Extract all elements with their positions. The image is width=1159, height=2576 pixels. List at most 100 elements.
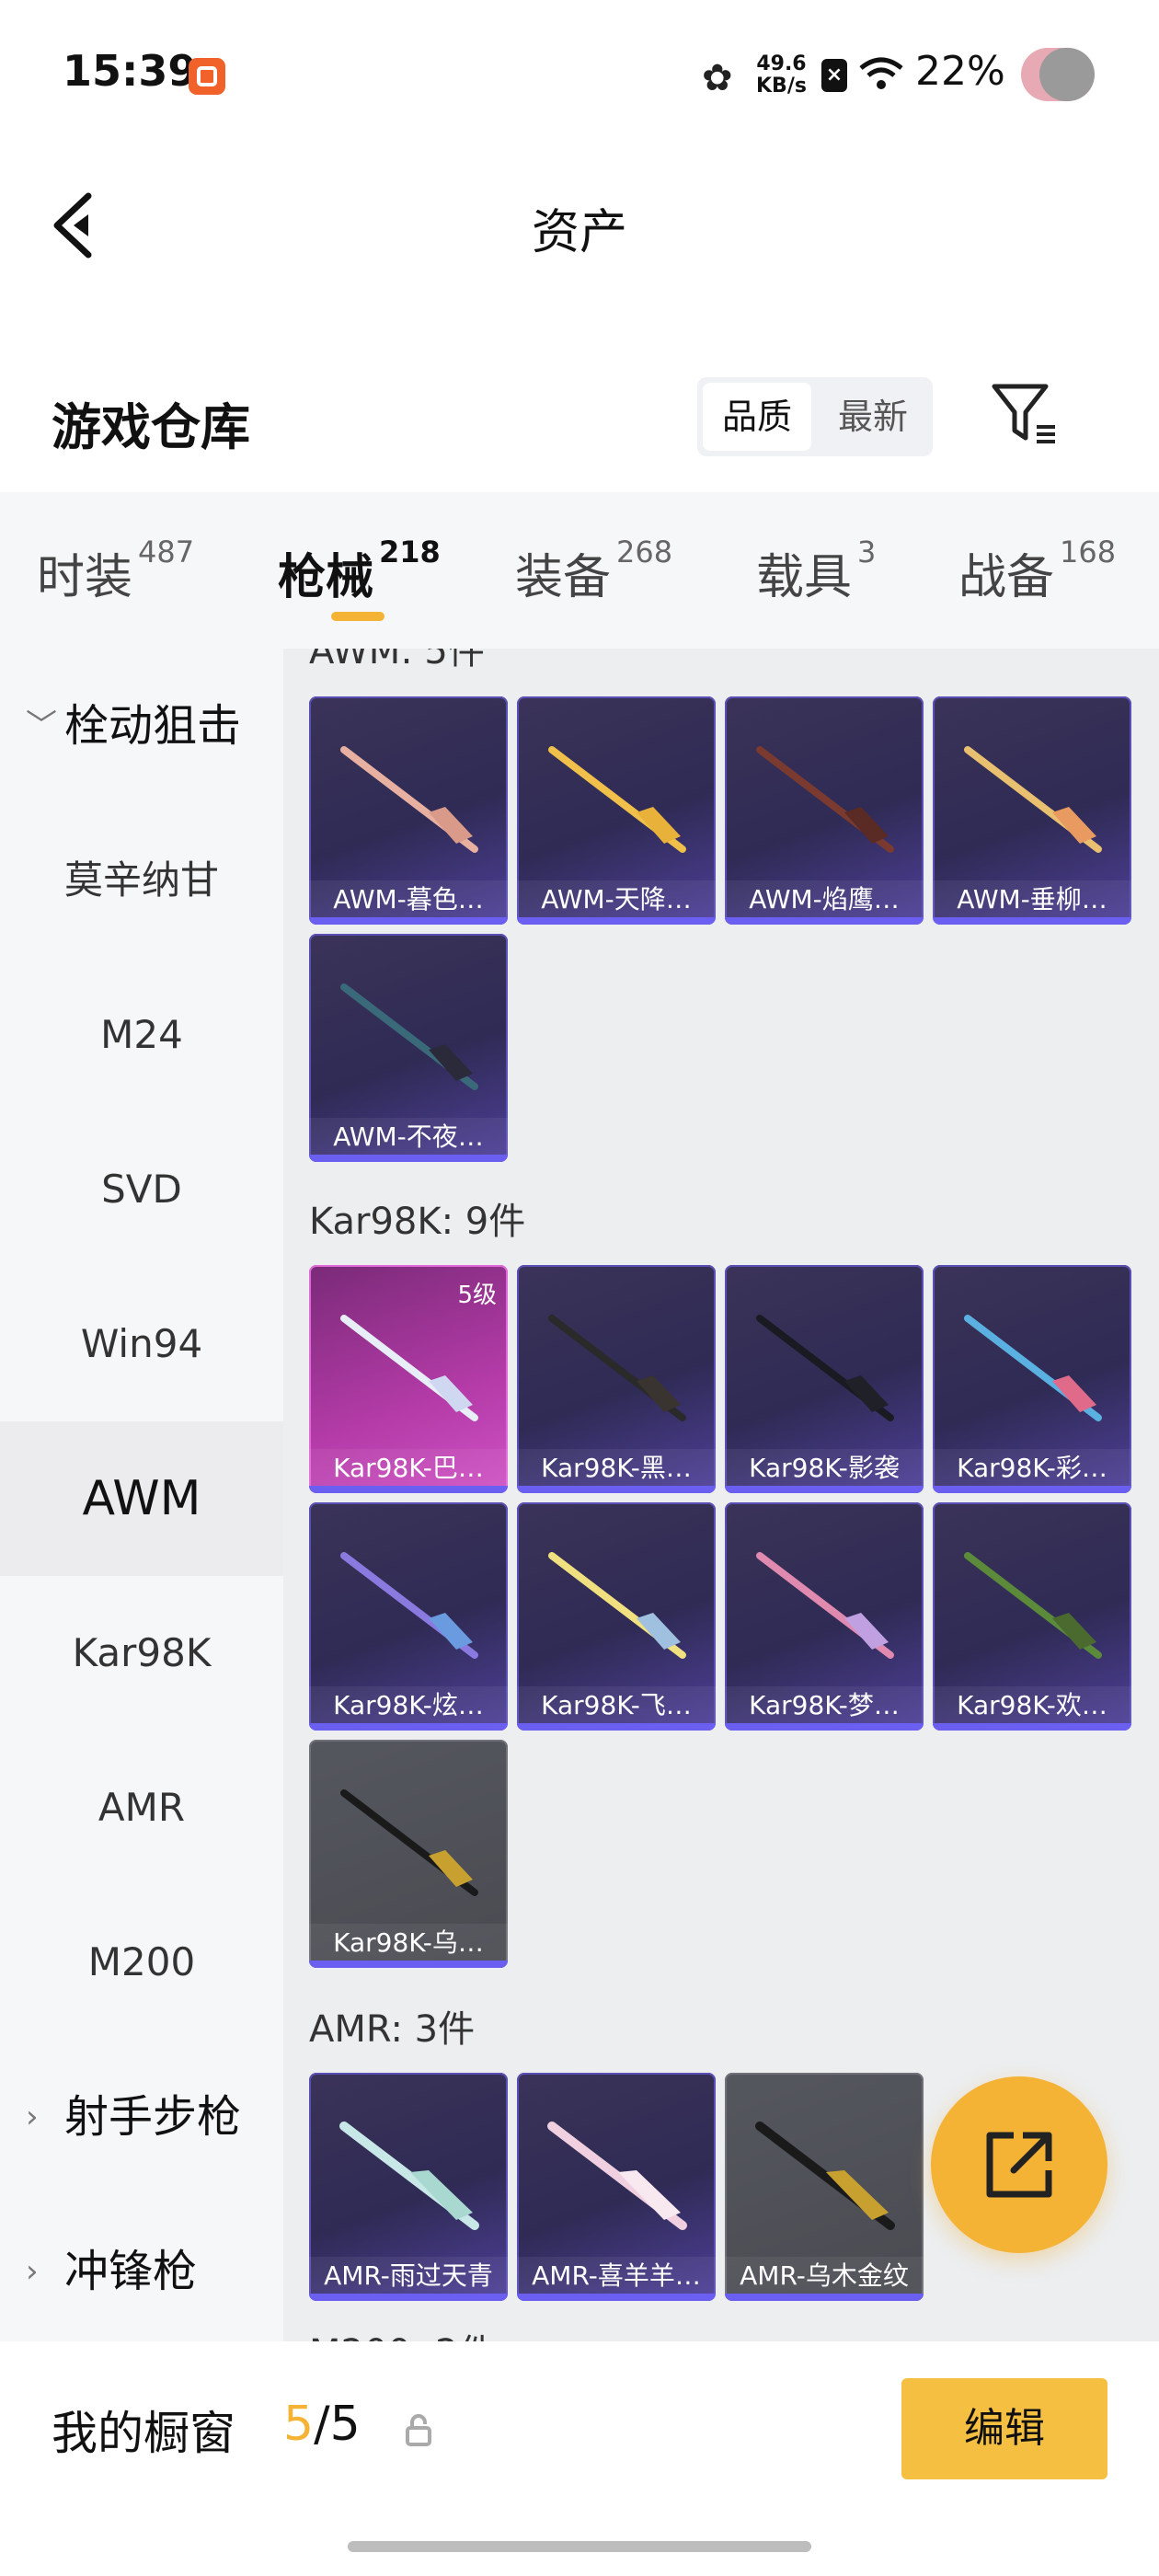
- rarity-bar: [517, 2294, 716, 2301]
- rifle-icon: [756, 1315, 894, 1421]
- item-card[interactable]: Kar98K-影袭: [725, 1265, 924, 1493]
- item-card[interactable]: Kar98K-梦…: [725, 1502, 924, 1731]
- rifle-icon: [340, 983, 478, 1090]
- rifle-icon: [756, 1552, 894, 1659]
- item-name: Kar98K-巴…: [309, 1449, 508, 1488]
- item-name: AMR-雨过天青: [309, 2257, 508, 2295]
- wifi-icon: [859, 57, 903, 89]
- item-card[interactable]: AWM-不夜…: [309, 934, 508, 1162]
- item-name: AWM-垂柳…: [933, 880, 1131, 919]
- sidebar-item-label: 射手步枪: [64, 2091, 242, 2143]
- net-speed-unit: KB/s: [756, 75, 807, 98]
- tab-label: 载具: [756, 550, 853, 605]
- rarity-bar: [517, 1723, 716, 1731]
- sidebar-item-label: 栓动狙击: [64, 700, 242, 752]
- sidebar-item-win94[interactable]: Win94: [0, 1267, 283, 1421]
- item-name: Kar98K-梦…: [725, 1686, 924, 1725]
- sidebar-item-mosin[interactable]: 莫辛纳甘: [0, 803, 283, 958]
- rifle-icon: [548, 1552, 686, 1659]
- tab-fashion[interactable]: 时装 487: [37, 535, 194, 607]
- item-card[interactable]: AWM-天降…: [517, 696, 716, 925]
- lock-icon: [406, 2414, 431, 2446]
- rarity-bar: [517, 1486, 716, 1493]
- level-badge: 5级: [457, 1282, 497, 1309]
- flower-icon: ✿: [702, 57, 733, 99]
- sidebar-item-m24[interactable]: M24: [0, 958, 283, 1112]
- active-tab-indicator: [331, 612, 384, 621]
- status-time: 15:39: [63, 46, 198, 96]
- sidebar: ﹀ 栓动狙击 莫辛纳甘 M24 SVD Win94 AWM Kar98K AMR …: [0, 649, 283, 2341]
- rifle-icon: [548, 1315, 686, 1421]
- avatar: [1021, 48, 1095, 101]
- item-name: Kar98K-彩…: [933, 1449, 1131, 1488]
- item-name: AWM-焰鹰…: [725, 880, 924, 919]
- sidebar-item-label: 冲锋枪: [64, 2246, 198, 2297]
- tab-firearms[interactable]: 枪械 218: [278, 535, 441, 607]
- item-card[interactable]: AMR-乌木金纹: [725, 2073, 924, 2301]
- rifle-icon: [964, 1315, 1102, 1421]
- item-name: Kar98K-影袭: [725, 1449, 924, 1488]
- home-indicator[interactable]: [348, 2541, 811, 2552]
- item-card[interactable]: 5级 Kar98K-巴…: [309, 1265, 508, 1493]
- sidebar-item-label: AMR: [98, 1785, 186, 1830]
- rarity-bar: [309, 1961, 508, 1968]
- net-speed-value: 49.6: [756, 52, 807, 75]
- rarity-bar: [933, 1486, 1131, 1493]
- rarity-bar: [309, 1486, 508, 1493]
- tab-label: 枪械: [278, 550, 374, 605]
- tab-label: 战备: [958, 550, 1055, 605]
- item-card[interactable]: Kar98K-炫…: [309, 1502, 508, 1731]
- status-bar: 15:39 ✿ 49.6 KB/s × 22%: [0, 0, 1159, 152]
- edit-button[interactable]: 编辑: [901, 2378, 1107, 2479]
- rifle-icon: [548, 746, 686, 853]
- showcase-label: 我的橱窗: [52, 2407, 235, 2460]
- group-title-m200: M200: 2件: [309, 2323, 496, 2341]
- item-name: AMR-喜羊羊…: [517, 2257, 716, 2295]
- tab-label: 装备: [515, 550, 612, 605]
- rifle-icon: [339, 2122, 479, 2230]
- share-button[interactable]: [931, 2076, 1107, 2253]
- item-card[interactable]: Kar98K-欢…: [933, 1502, 1131, 1731]
- item-card[interactable]: AMR-喜羊羊…: [517, 2073, 716, 2301]
- item-name: Kar98K-欢…: [933, 1686, 1131, 1725]
- sidebar-group-smg[interactable]: › 冲锋枪: [0, 2194, 283, 2341]
- item-card[interactable]: AMR-雨过天青: [309, 2073, 508, 2301]
- item-name: AWM-暮色…: [309, 880, 508, 919]
- sim-x-icon: ×: [821, 59, 847, 92]
- item-name: Kar98K-黑…: [517, 1449, 716, 1488]
- section-title: 游戏仓库: [52, 398, 250, 456]
- sidebar-item-amr[interactable]: AMR: [0, 1731, 283, 1885]
- rarity-bar: [933, 917, 1131, 925]
- group-title-amr: AMR: 3件: [309, 2008, 476, 2051]
- item-card[interactable]: Kar98K-彩…: [933, 1265, 1131, 1493]
- sidebar-item-label: M200: [87, 1939, 196, 1984]
- showcase-used: 5: [283, 2397, 315, 2452]
- tab-vehicles[interactable]: 载具 3: [756, 535, 876, 607]
- sidebar-item-kar98k[interactable]: Kar98K: [0, 1576, 283, 1731]
- rarity-bar: [309, 917, 508, 925]
- item-name: AWM-不夜…: [309, 1118, 508, 1156]
- sidebar-group-bolt-sniper[interactable]: ﹀ 栓动狙击: [0, 649, 283, 803]
- item-card[interactable]: Kar98K-乌…: [309, 1740, 508, 1968]
- sort-option-newest[interactable]: 最新: [819, 383, 927, 451]
- rarity-bar: [309, 1723, 508, 1731]
- tab-count: 218: [379, 535, 441, 569]
- sidebar-item-m200[interactable]: M200: [0, 1885, 283, 2040]
- tab-equipment[interactable]: 装备 268: [515, 535, 672, 607]
- net-speed: 49.6 KB/s: [756, 53, 807, 98]
- sidebar-group-marksman[interactable]: › 射手步枪: [0, 2040, 283, 2194]
- page-header: 资产: [0, 152, 1159, 299]
- rarity-bar: [725, 1486, 924, 1493]
- item-card[interactable]: AWM-焰鹰…: [725, 696, 924, 925]
- filter-icon[interactable]: [989, 377, 1062, 451]
- sort-option-quality[interactable]: 品质: [703, 383, 811, 451]
- sidebar-item-awm[interactable]: AWM: [0, 1421, 283, 1576]
- item-card[interactable]: Kar98K-飞…: [517, 1502, 716, 1731]
- item-card[interactable]: AWM-暮色…: [309, 696, 508, 925]
- rarity-bar: [725, 917, 924, 925]
- item-card[interactable]: Kar98K-黑…: [517, 1265, 716, 1493]
- item-card[interactable]: AWM-垂柳…: [933, 696, 1131, 925]
- rifle-icon: [340, 1789, 478, 1896]
- sidebar-item-svd[interactable]: SVD: [0, 1112, 283, 1267]
- tab-supplies[interactable]: 战备 168: [958, 535, 1116, 607]
